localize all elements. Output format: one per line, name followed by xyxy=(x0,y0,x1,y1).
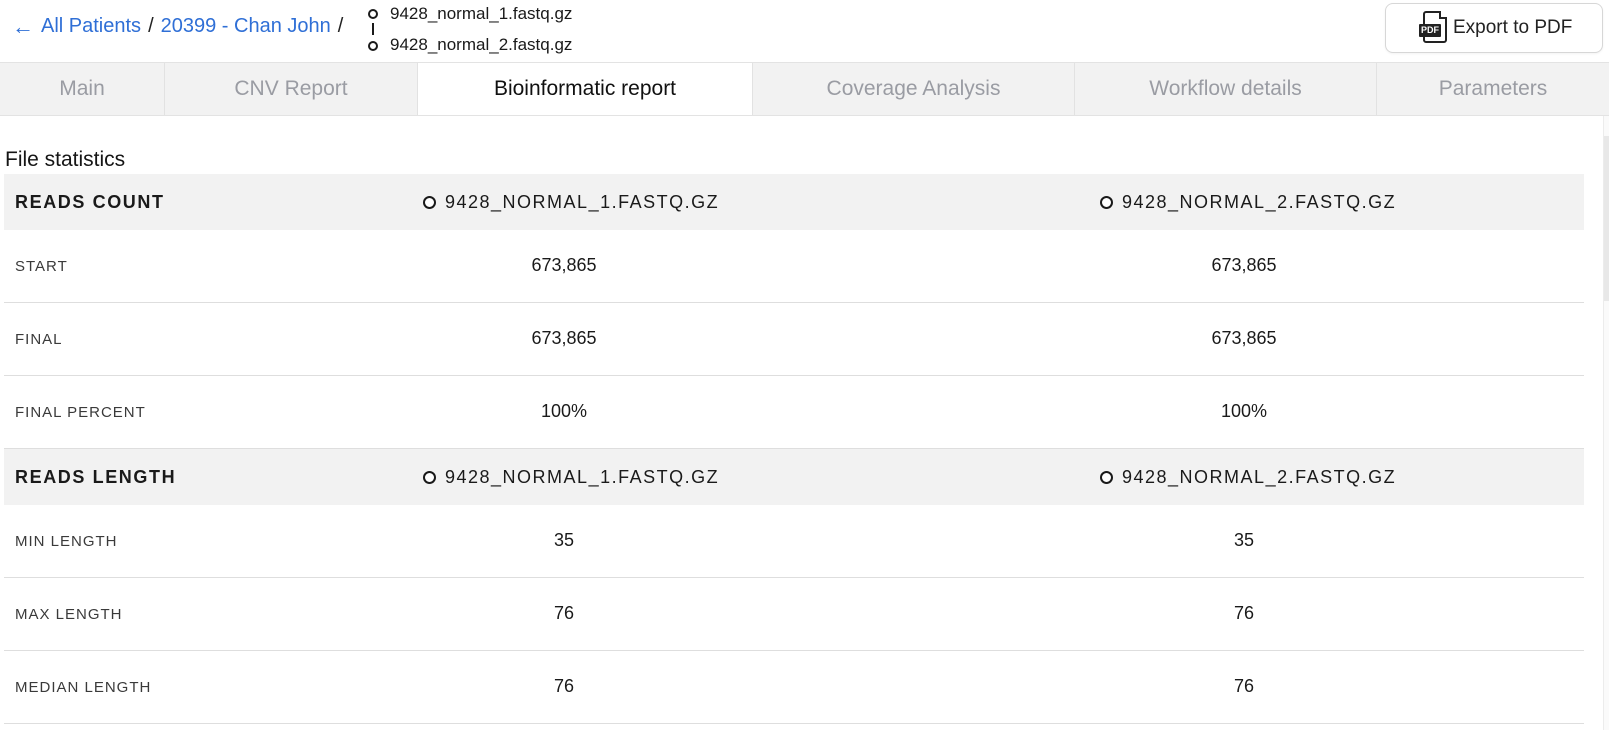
pdf-file-icon: PDF xyxy=(1419,11,1449,45)
table-row: MAX LENGTH 76 76 xyxy=(4,578,1584,651)
group-header-reads-count: READS COUNT 9428_NORMAL_1.FASTQ.GZ 9428_… xyxy=(4,174,1584,230)
row-label: MAX LENGTH xyxy=(15,606,123,623)
row-value-file-1: 673,865 xyxy=(531,328,597,348)
file-node-icon xyxy=(1100,195,1113,209)
column-header-file-1: 9428_NORMAL_1.FASTQ.GZ xyxy=(423,192,719,213)
tab-workflow-details[interactable]: Workflow details xyxy=(1075,63,1377,115)
row-label: FINAL PERCENT xyxy=(15,404,146,421)
tab-parameters[interactable]: Parameters xyxy=(1377,63,1609,115)
section-title: File statistics xyxy=(5,148,126,171)
table-row: FINAL 673,865 673,865 xyxy=(4,303,1584,376)
content-scrollbar[interactable] xyxy=(1603,116,1609,730)
export-pdf-label: Export to PDF xyxy=(1453,17,1573,38)
group-label: READS LENGTH xyxy=(15,466,177,487)
table-row: FINAL PERCENT 100% 100% xyxy=(4,376,1584,449)
file-name-1: 9428_normal_1.fastq.gz xyxy=(390,4,573,23)
file-node-icon xyxy=(368,9,378,19)
breadcrumb: ← All Patients / 20399 - Chan John / xyxy=(12,15,350,38)
tab-main[interactable]: Main xyxy=(0,63,165,115)
row-value-file-2: 100% xyxy=(1220,401,1268,421)
row-value-file-2: 673,865 xyxy=(1211,255,1277,275)
row-value-file-1: 76 xyxy=(553,603,575,623)
table-row: START 673,865 673,865 xyxy=(4,230,1584,303)
tab-coverage-analysis[interactable]: Coverage Analysis xyxy=(753,63,1075,115)
tab-cnv-report[interactable]: CNV Report xyxy=(165,63,418,115)
row-value-file-1: 673,865 xyxy=(531,255,597,275)
column-header-file-2: 9428_NORMAL_2.FASTQ.GZ xyxy=(1100,192,1396,213)
tab-bioinformatic-report[interactable]: Bioinformatic report xyxy=(418,63,753,115)
file-node-icon xyxy=(368,41,378,51)
row-value-file-1: 35 xyxy=(553,530,575,550)
breadcrumb-patient[interactable]: 20399 - Chan John xyxy=(161,15,331,38)
export-pdf-button[interactable]: PDF Export to PDF xyxy=(1385,3,1603,53)
breadcrumb-separator: / xyxy=(337,15,344,37)
group-label: READS COUNT xyxy=(15,191,165,212)
row-value-file-2: 76 xyxy=(1233,603,1255,623)
file-statistics-table: READS COUNT 9428_NORMAL_1.FASTQ.GZ 9428_… xyxy=(4,174,1584,724)
row-label: START xyxy=(15,258,68,275)
file-name-2: 9428_normal_2.fastq.gz xyxy=(390,35,573,54)
column-header-file-1: 9428_NORMAL_1.FASTQ.GZ xyxy=(423,467,719,488)
row-value-file-1: 76 xyxy=(553,676,575,696)
file-node-icon xyxy=(1100,470,1113,484)
row-label: FINAL xyxy=(15,331,63,348)
row-value-file-2: 76 xyxy=(1233,676,1255,696)
page-header: ← All Patients / 20399 - Chan John / 942… xyxy=(0,0,1609,62)
file-link-line xyxy=(372,23,374,35)
row-value-file-2: 35 xyxy=(1233,530,1255,550)
breadcrumb-separator: / xyxy=(148,15,154,37)
breadcrumb-all-patients[interactable]: All Patients xyxy=(41,15,141,38)
table-row: MIN LENGTH 35 35 xyxy=(4,505,1584,578)
report-tabs: Main CNV Report Bioinformatic report Cov… xyxy=(0,62,1609,116)
back-arrow-icon[interactable]: ← xyxy=(12,15,34,38)
file-node-icon xyxy=(423,470,436,484)
row-value-file-2: 673,865 xyxy=(1211,328,1277,348)
scrollbar-thumb[interactable] xyxy=(1604,136,1609,301)
file-pair-indicator: 9428_normal_1.fastq.gz 9428_normal_2.fas… xyxy=(366,3,586,57)
file-node-icon xyxy=(423,195,436,209)
row-value-file-1: 100% xyxy=(540,401,588,421)
column-header-file-2: 9428_NORMAL_2.FASTQ.GZ xyxy=(1100,467,1396,488)
table-row: MEDIAN LENGTH 76 76 xyxy=(4,651,1584,724)
row-label: MIN LENGTH xyxy=(15,533,118,550)
row-label: MEDIAN LENGTH xyxy=(15,679,152,696)
group-header-reads-length: READS LENGTH 9428_NORMAL_1.FASTQ.GZ 9428… xyxy=(4,449,1584,505)
